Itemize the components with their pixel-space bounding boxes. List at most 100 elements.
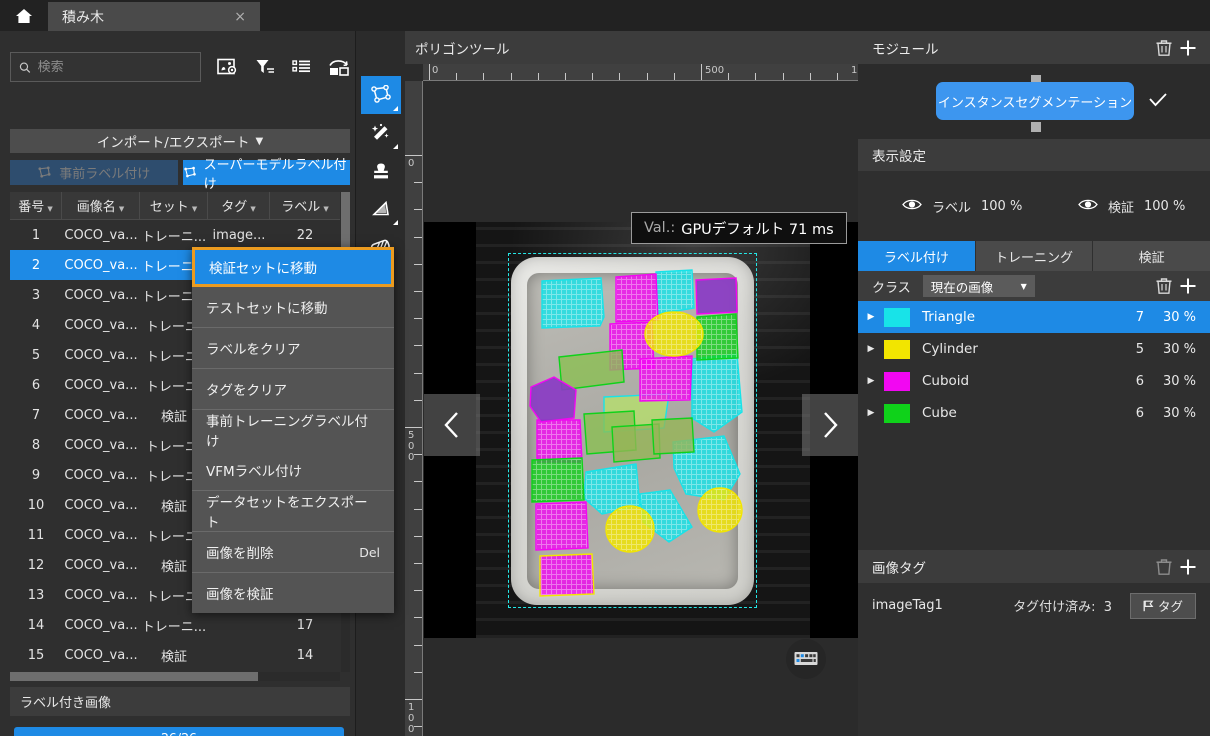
polygon-tool-icon[interactable] <box>361 76 401 114</box>
class-percent: 30 % <box>1162 405 1196 421</box>
context-menu-item-8[interactable]: 画像を検証 <box>192 573 394 613</box>
table-row[interactable]: 1 COCO_va... トレーニ... image... 22 <box>10 220 340 250</box>
context-menu-item-5[interactable]: VFMラベル付け <box>192 450 394 490</box>
class-name: Cuboid <box>922 373 970 389</box>
eye-icon[interactable] <box>1078 198 1098 215</box>
tag-button[interactable]: タグ <box>1130 592 1196 619</box>
context-menu-item-0[interactable]: 検証セットに移動 <box>192 247 394 287</box>
table-cell-name: COCO_va... <box>64 287 138 303</box>
keyboard-shortcuts-button[interactable] <box>786 639 826 679</box>
ruler-tick <box>414 399 422 401</box>
expand-triangle-icon[interactable]: ▶ <box>858 312 884 322</box>
module-graph[interactable]: インスタンスセグメンテーション <box>858 64 1210 139</box>
list-view-icon[interactable] <box>291 56 313 78</box>
sort-caret-icon[interactable]: ▼ <box>323 205 328 213</box>
class-row-cube[interactable]: ▶ Cube 6 30 % <box>858 397 1210 429</box>
workflow-tab-2[interactable]: 検証 <box>1093 241 1210 271</box>
search-input[interactable] <box>37 59 192 75</box>
sort-caret-icon[interactable]: ▼ <box>192 205 197 213</box>
home-button[interactable] <box>0 0 48 31</box>
plus-icon[interactable] <box>1176 274 1200 298</box>
close-icon[interactable]: × <box>230 10 250 24</box>
context-menu-item-7[interactable]: 画像を削除 Del <box>192 532 394 572</box>
scrollbar-thumb[interactable] <box>10 672 258 681</box>
next-image-button[interactable] <box>802 394 858 456</box>
table-row[interactable]: 15 COCO_va... 検証 14 <box>10 640 340 670</box>
list-toolbar <box>217 56 350 78</box>
class-color-swatch[interactable] <box>884 339 910 359</box>
class-color-swatch[interactable] <box>884 307 910 327</box>
filter-icon[interactable] <box>254 56 276 78</box>
expand-triangle-icon[interactable]: ▶ <box>858 408 884 418</box>
check-icon[interactable] <box>1148 92 1168 112</box>
column-header-1[interactable]: 画像名 ▼ <box>62 192 140 219</box>
module-node-instance-segmentation[interactable]: インスタンスセグメンテーション <box>936 82 1134 120</box>
search-box[interactable] <box>10 52 201 82</box>
tool-expand-corner[interactable] <box>393 144 398 149</box>
magic-wand-tool-icon[interactable] <box>361 114 401 152</box>
label-visibility-value[interactable]: 100 % <box>981 199 1022 214</box>
column-header-0[interactable]: 番号 ▼ <box>10 192 62 219</box>
expand-triangle-icon[interactable]: ▶ <box>858 344 884 354</box>
trash-icon[interactable] <box>1152 36 1176 60</box>
flag-icon <box>1143 600 1154 611</box>
progress-bar: 26/26 <box>14 727 344 736</box>
context-menu-item-4[interactable]: 事前トレーニングラベル付け <box>192 410 394 450</box>
plus-icon[interactable] <box>1176 555 1200 579</box>
table-horizontal-scrollbar[interactable] <box>10 672 340 681</box>
document-tab[interactable]: 積み木 × <box>48 2 260 31</box>
class-row-cylinder[interactable]: ▶ Cylinder 5 30 % <box>858 333 1210 365</box>
class-row-cuboid[interactable]: ▶ Cuboid 6 30 % <box>858 365 1210 397</box>
class-name: Cylinder <box>922 341 978 357</box>
context-menu-item-3[interactable]: タグをクリア <box>192 369 394 409</box>
labeled-images-header: ラベル付き画像 <box>10 687 350 716</box>
image-settings-icon[interactable] <box>217 56 239 78</box>
plus-icon[interactable] <box>1176 36 1200 60</box>
table-cell-name: COCO_va... <box>64 317 138 333</box>
tool-expand-corner[interactable] <box>393 220 398 225</box>
class-scope-value: 現在の画像 <box>930 279 994 295</box>
workflow-tab-0[interactable]: ラベル付け <box>858 241 976 271</box>
sort-caret-icon[interactable]: ▼ <box>47 205 52 213</box>
ruler-tick <box>414 291 422 292</box>
table-cell-name: COCO_va... <box>64 617 138 633</box>
trash-icon[interactable] <box>1152 274 1176 298</box>
trash-icon[interactable] <box>1152 555 1176 579</box>
table-row[interactable]: 14 COCO_va... トレーニ... 17 <box>10 610 340 640</box>
image-canvas[interactable]: Val.: GPUデフォルト 71 ms <box>424 81 858 736</box>
table-cell-label: 17 <box>296 617 314 633</box>
eye-icon[interactable] <box>902 198 922 215</box>
class-scope-select[interactable]: 現在の画像 ▼ <box>922 275 1035 297</box>
column-header-4[interactable]: ラベル ▼ <box>270 192 340 219</box>
shape-tool-icon[interactable] <box>361 190 401 228</box>
stamp-tool-icon[interactable] <box>361 152 401 190</box>
expand-triangle-icon[interactable]: ▶ <box>858 376 884 386</box>
column-header-2[interactable]: セット ▼ <box>140 192 208 219</box>
supermodel-label-button[interactable]: スーパーモデルラベル付け <box>182 158 350 192</box>
compare-view-icon[interactable] <box>328 56 350 78</box>
sort-caret-icon[interactable]: ▼ <box>119 205 124 213</box>
tagged-count-label: タグ付け済み: 3 <box>1013 596 1112 615</box>
ruler-tick <box>405 155 422 156</box>
context-menu-item-6[interactable]: データセットをエクスポート <box>192 491 394 531</box>
display-toggle-validation[interactable]: 検証 100 % <box>1034 197 1210 216</box>
annotated-image[interactable] <box>424 222 858 638</box>
context-menu-item-2[interactable]: ラベルをクリア <box>192 328 394 368</box>
previous-image-button[interactable] <box>424 394 480 456</box>
tool-expand-corner[interactable] <box>393 106 398 111</box>
column-header-3[interactable]: タグ ▼ <box>208 192 270 219</box>
context-menu-item-1[interactable]: テストセットに移動 <box>192 287 394 327</box>
class-color-swatch[interactable] <box>884 403 910 423</box>
prelabel-button[interactable]: 事前ラベル付け <box>10 160 178 185</box>
class-row-triangle[interactable]: ▶ Triangle 7 30 % <box>858 301 1210 333</box>
workflow-tab-1[interactable]: トレーニング <box>975 241 1094 271</box>
sort-caret-icon[interactable]: ▼ <box>250 205 255 213</box>
import-export-button[interactable]: インポート/エクスポート ▼ <box>10 129 350 153</box>
ruler-tick <box>414 209 422 211</box>
class-color-swatch[interactable] <box>884 371 910 391</box>
validation-visibility-value[interactable]: 100 % <box>1144 199 1185 214</box>
ruler-tick <box>755 73 757 80</box>
display-toggle-label[interactable]: ラベル 100 % <box>858 197 1034 216</box>
node-output-port[interactable] <box>1031 122 1041 132</box>
prelabel-label: 事前ラベル付け <box>59 167 151 182</box>
